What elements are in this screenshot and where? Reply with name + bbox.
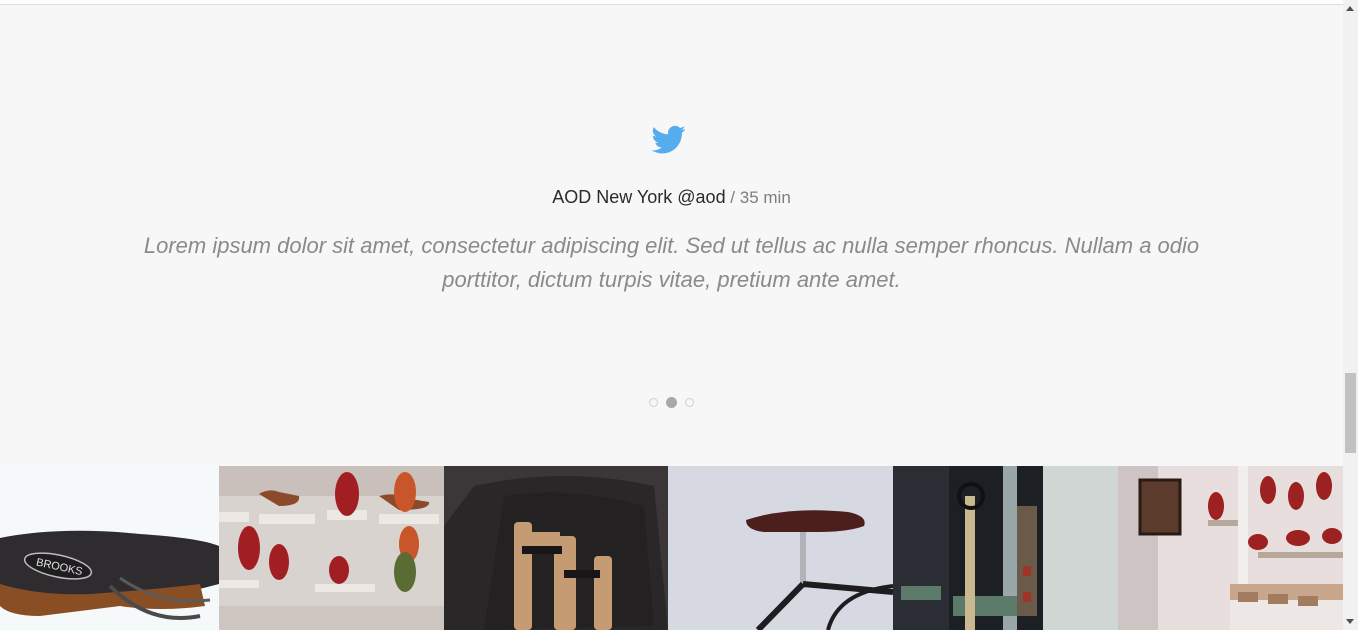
scroll-up-arrow-icon[interactable] [1346,6,1354,11]
gallery-item-bicycle-saddle[interactable] [668,466,893,630]
tweet-section: AOD New York @aod / 35 min Lorem ipsum d… [0,5,1343,466]
photo-gallery: BROOKS [0,466,1343,630]
saddles-wall-image [219,466,444,630]
twitter-bird-icon[interactable] [652,122,686,156]
store-wall-image [1118,466,1343,630]
carousel-dot-2[interactable] [666,397,677,408]
scroll-down-arrow-icon[interactable] [1346,619,1354,624]
carousel-dot-1[interactable] [649,398,658,407]
bicycle-saddle-image [668,466,893,630]
tweet-meta: AOD New York @aod / 35 min [0,187,1343,208]
vertical-scrollbar[interactable] [1343,0,1358,630]
tweet-text: Lorem ipsum dolor sit amet, consectetur … [143,233,1200,292]
tweet-time: 35 min [739,188,791,207]
carousel-dot-3[interactable] [685,398,694,407]
tweet-author[interactable]: AOD New York @aod [552,187,725,207]
gallery-item-shop-interior[interactable] [893,466,1118,630]
gallery-item-saddle-closeup[interactable]: BROOKS [0,466,219,630]
gallery-item-store-wall-display[interactable] [1118,466,1343,630]
saddle-closeup-image: BROOKS [0,466,219,630]
shop-interior-image [893,466,1118,630]
leather-bag-image [444,466,668,630]
gallery-item-saddles-on-wall[interactable] [219,466,444,630]
tweet-separator: / [725,188,740,207]
gallery-item-leather-bag[interactable] [444,466,668,630]
scrollbar-thumb[interactable] [1345,373,1356,453]
carousel-pagination [0,397,1343,408]
